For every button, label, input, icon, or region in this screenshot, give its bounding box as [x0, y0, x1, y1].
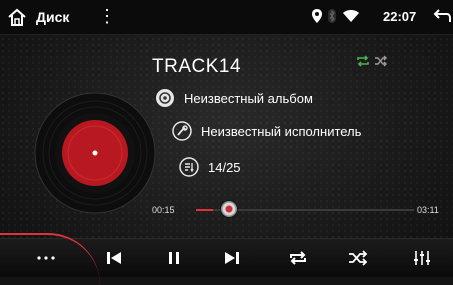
more-button[interactable]	[28, 239, 64, 277]
album-name: Неизвестный альбом	[184, 90, 313, 106]
current-time: 00:15	[152, 205, 175, 215]
shuffle-icon	[349, 250, 368, 266]
more-vertical-icon[interactable]: ⋮	[98, 7, 116, 25]
wifi-icon	[343, 10, 359, 22]
repeat-icon	[290, 251, 306, 265]
previous-icon	[107, 252, 121, 264]
next-icon	[225, 252, 239, 264]
home-icon[interactable]	[6, 6, 28, 28]
status-bar: Диск ⋮ 22:07	[0, 0, 453, 35]
seek-bar-fill	[196, 209, 213, 211]
equalizer-icon	[414, 251, 430, 265]
seek-handle[interactable]	[221, 201, 237, 217]
track-count-row: 14/25	[179, 157, 241, 177]
app-title: Диск	[36, 9, 70, 25]
track-position: 14/25	[208, 159, 241, 175]
equalizer-button[interactable]	[404, 239, 440, 277]
bluetooth-icon	[328, 9, 336, 23]
location-pin-icon	[312, 9, 322, 23]
artist-name: Неизвестный исполнитель	[201, 123, 362, 139]
track-title: TRACK14	[152, 56, 242, 77]
repeat-mode-icon[interactable]	[356, 55, 370, 67]
back-icon[interactable]	[433, 8, 451, 24]
shuffle-button[interactable]	[340, 239, 376, 277]
total-time: 03:11	[417, 205, 439, 215]
album-icon	[156, 89, 174, 107]
playback-controls	[0, 233, 453, 277]
clock: 22:07	[383, 9, 417, 24]
shuffle-mode-icon[interactable]	[374, 55, 388, 67]
vinyl-record-art	[34, 92, 156, 214]
pause-button[interactable]	[156, 239, 192, 277]
previous-button[interactable]	[96, 239, 132, 277]
playlist-icon	[179, 157, 199, 177]
album-row: Неизвестный альбом	[155, 88, 313, 108]
repeat-button[interactable]	[280, 239, 316, 277]
artist-row: Неизвестный исполнитель	[172, 121, 361, 141]
more-icon	[37, 256, 55, 260]
artist-icon	[172, 121, 192, 141]
pause-icon	[169, 252, 179, 264]
next-button[interactable]	[214, 239, 250, 277]
